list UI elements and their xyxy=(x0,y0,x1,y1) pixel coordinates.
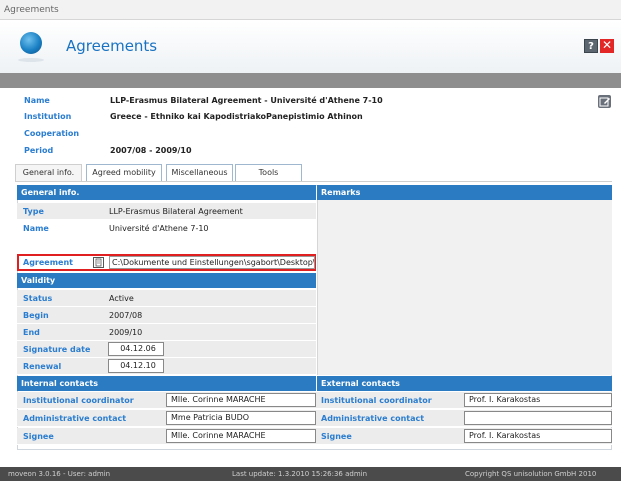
tab-general-info[interactable]: General info. xyxy=(15,164,82,181)
summary-period-label: Period xyxy=(24,146,54,155)
name-row: Name Université d'Athene 7-10 xyxy=(17,220,316,237)
renewal-row: Renewal 04.12.10 xyxy=(17,358,316,375)
agreement-label: Agreement xyxy=(23,258,73,267)
tab-tools[interactable]: Tools xyxy=(235,164,302,181)
signature-row: Signature date 04.12.06 xyxy=(17,341,316,358)
summary-name-label: Name xyxy=(24,96,50,105)
page-header: Agreements ? ✕ xyxy=(0,21,621,73)
status-row: Status Active xyxy=(17,290,316,307)
external-admin-field[interactable] xyxy=(464,411,612,425)
status-label: Status xyxy=(23,294,53,303)
spacer-row xyxy=(17,237,316,254)
end-label: End xyxy=(23,328,40,337)
document-icon[interactable] xyxy=(93,257,104,268)
summary-name-row: Name LLP-Erasmus Bilateral Agreement - U… xyxy=(0,94,621,108)
end-value: 2009/10 xyxy=(109,328,143,337)
summary-institution-value: Greece - Ethniko kai KapodistriakoPanepi… xyxy=(110,112,363,121)
signature-date-label: Signature date xyxy=(23,345,91,354)
validity-heading: Validity xyxy=(17,273,316,288)
internal-admin-field[interactable]: Mme Patricia BUDO xyxy=(166,411,316,425)
general-info-heading: General info. xyxy=(17,185,316,200)
begin-label: Begin xyxy=(23,311,49,320)
summary-name-value: LLP-Erasmus Bilateral Agreement - Univer… xyxy=(110,96,383,105)
tab-divider xyxy=(15,181,612,182)
external-coordinator-field[interactable]: Prof. I. Karakostas xyxy=(464,393,612,407)
begin-value: 2007/08 xyxy=(109,311,143,320)
external-signee-field[interactable]: Prof. I. Karakostas xyxy=(464,429,612,443)
internal-contacts-heading: Internal contacts xyxy=(17,376,316,391)
tab-bar: General info. Agreed mobility Miscellane… xyxy=(15,164,615,181)
end-row: End 2009/10 xyxy=(17,324,316,341)
remarks-heading: Remarks xyxy=(317,185,612,200)
name-value: Université d'Athene 7-10 xyxy=(109,224,209,233)
summary-institution-label: Institution xyxy=(24,112,72,121)
status-value: Active xyxy=(109,294,134,303)
summary-period-value: 2007/08 - 2009/10 xyxy=(110,146,192,155)
tab-miscellaneous[interactable]: Miscellaneous xyxy=(166,164,233,181)
agreement-file-path[interactable]: C:\Dokumente und Einstellungen\sgabort\D… xyxy=(109,256,315,269)
toolbar-strip xyxy=(0,73,621,88)
logo-shadow xyxy=(18,58,44,62)
summary-cooperation-row: Cooperation xyxy=(0,127,621,141)
status-footer: moveon 3.0.16 - User: admin Last update:… xyxy=(0,467,621,481)
name-label: Name xyxy=(23,224,49,233)
begin-row: Begin 2007/08 xyxy=(17,307,316,324)
type-value: LLP-Erasmus Bilateral Agreement xyxy=(109,207,243,216)
tab-agreed-mobility[interactable]: Agreed mobility xyxy=(86,164,162,181)
internal-coordinator-label: Institutional coordinator xyxy=(23,396,134,405)
external-coordinator-label: Institutional coordinator xyxy=(321,396,432,405)
footer-version: moveon 3.0.16 - User: admin xyxy=(8,470,111,478)
internal-admin-label: Administrative contact xyxy=(23,414,127,423)
moveon-logo-icon xyxy=(20,32,42,54)
page-title: Agreements xyxy=(66,37,158,55)
type-row: Type LLP-Erasmus Bilateral Agreement xyxy=(17,203,316,220)
edit-icon[interactable] xyxy=(598,95,611,108)
external-contacts-heading: External contacts xyxy=(317,376,612,391)
footer-last-update: Last update: 1.3.2010 15:26:36 admin xyxy=(232,470,368,478)
remarks-area[interactable] xyxy=(317,200,612,375)
renewal-label: Renewal xyxy=(23,362,62,371)
renewal-date-field[interactable]: 04.12.10 xyxy=(108,359,164,373)
close-button[interactable]: ✕ xyxy=(600,39,614,53)
internal-coordinator-field[interactable]: Mlle. Corinne MARACHE xyxy=(166,393,316,407)
summary-cooperation-label: Cooperation xyxy=(24,129,80,138)
summary-period-row: Period 2007/08 - 2009/10 xyxy=(0,144,621,158)
external-signee-label: Signee xyxy=(321,432,352,441)
footer-copyright: Copyright QS unisolution GmbH 2010 xyxy=(465,470,597,478)
help-button[interactable]: ? xyxy=(584,39,598,53)
agreement-row: Agreement C:\Dokumente und Einstellungen… xyxy=(17,254,316,271)
summary-institution-row: Institution Greece - Ethniko kai Kapodis… xyxy=(0,110,621,124)
internal-signee-label: Signee xyxy=(23,432,54,441)
window-titlebar: Agreements xyxy=(0,0,621,20)
window-title: Agreements xyxy=(4,5,59,15)
internal-signee-field[interactable]: Mlle. Corinne MARACHE xyxy=(166,429,316,443)
type-label: Type xyxy=(23,207,44,216)
external-admin-label: Administrative contact xyxy=(321,414,425,423)
signature-date-field[interactable]: 04.12.06 xyxy=(108,342,164,356)
